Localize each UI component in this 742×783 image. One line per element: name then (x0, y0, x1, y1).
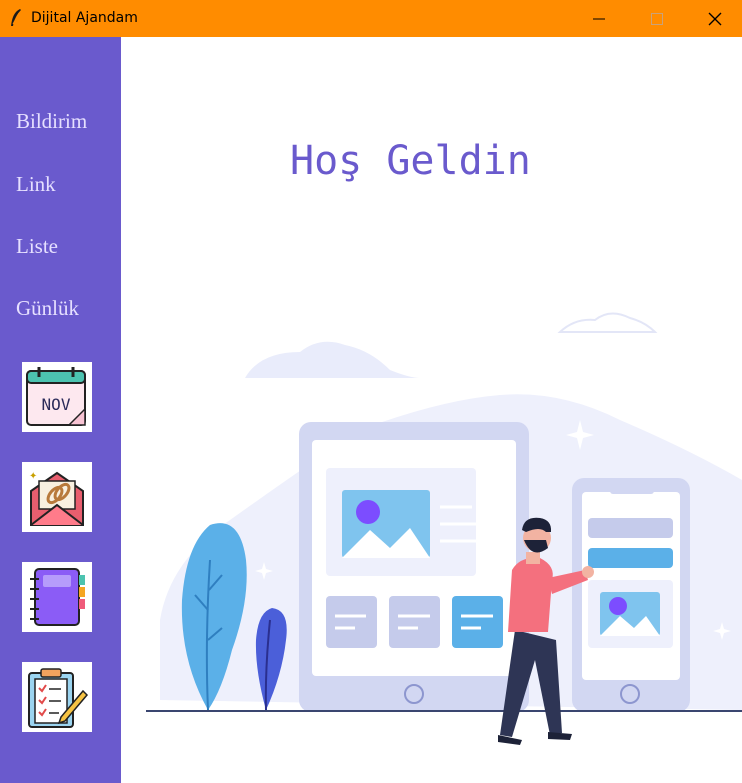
sidebar: Bildirim Link Liste Günlük NOV ✦ (0, 37, 121, 783)
welcome-heading: Hoş Geldin (290, 138, 531, 184)
list-button[interactable] (22, 562, 92, 632)
link-button[interactable]: ✦ (22, 462, 92, 532)
svg-text:✦: ✦ (29, 471, 37, 482)
calendar-button[interactable]: NOV (22, 362, 92, 432)
nav-liste[interactable]: Liste (16, 234, 58, 259)
nav-bildirim[interactable]: Bildirim (16, 109, 87, 134)
envelope-link-icon: ✦ (29, 471, 84, 526)
title-bar: Dijital Ajandam (0, 0, 742, 37)
nav-gunluk[interactable]: Günlük (16, 296, 79, 321)
minimize-button[interactable] (570, 0, 628, 37)
close-icon (708, 12, 722, 25)
close-button[interactable] (686, 0, 742, 37)
welcome-illustration (146, 312, 742, 745)
calendar-icon: NOV (26, 367, 86, 426)
checklist-icon (28, 668, 89, 728)
notebook-icon (30, 568, 85, 626)
maximize-icon (651, 12, 663, 25)
diary-button[interactable] (22, 662, 92, 732)
maximize-button[interactable] (628, 0, 686, 37)
window-title: Dijital Ajandam (31, 10, 138, 26)
feather-icon (11, 9, 21, 26)
minimize-icon (593, 18, 605, 19)
nav-link[interactable]: Link (16, 172, 56, 197)
calendar-month-text: NOV (42, 395, 71, 414)
